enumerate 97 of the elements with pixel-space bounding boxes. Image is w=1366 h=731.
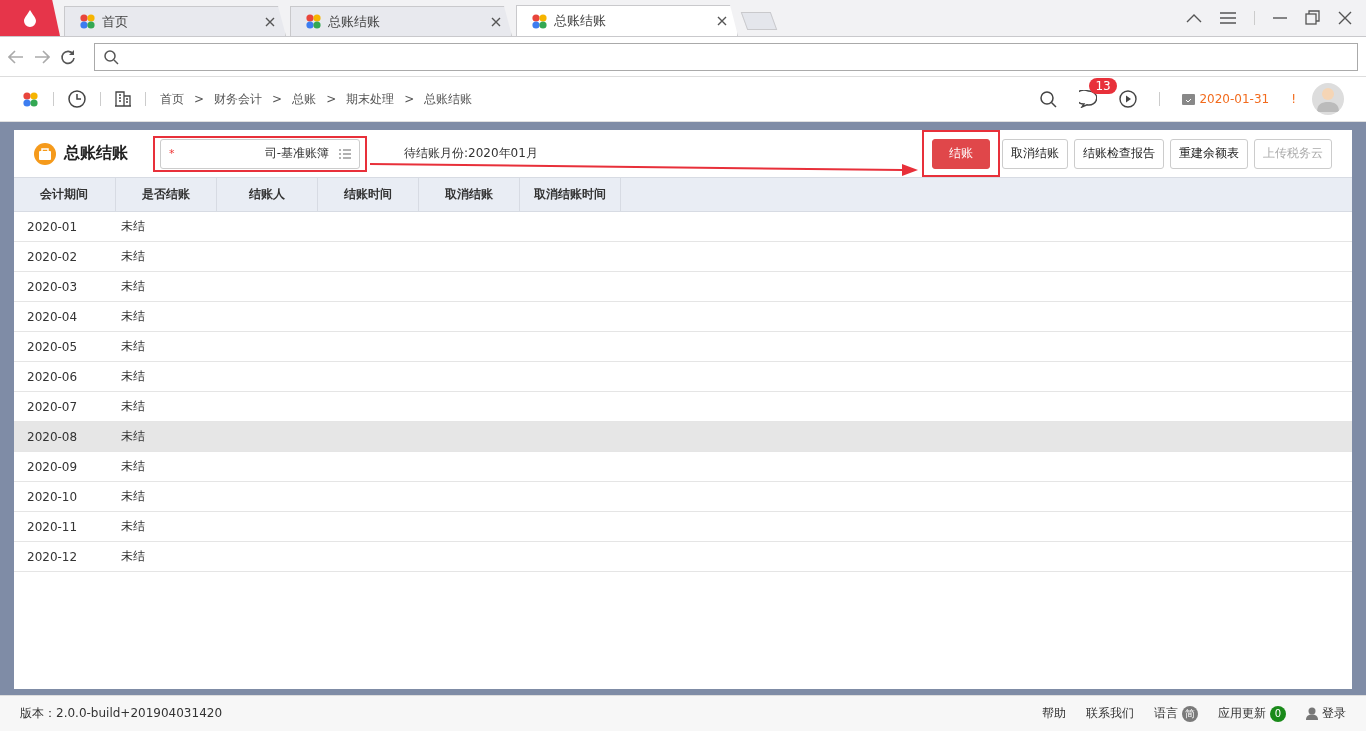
user-silhouette-icon (1317, 86, 1339, 112)
breadcrumb-link[interactable]: 总账结账 (424, 90, 473, 108)
table-cell: 2020-12 (14, 541, 115, 572)
table-row[interactable]: 2020-10 未结 (14, 481, 1352, 512)
reload-icon[interactable] (60, 48, 76, 65)
table-cell: 2020-08 (14, 421, 115, 452)
breadcrumb-link[interactable]: 首页 (160, 90, 184, 108)
close-icon[interactable] (491, 16, 501, 27)
table-cell: 未结 (115, 301, 216, 332)
flower-logo-icon (305, 13, 322, 30)
building-icon[interactable] (115, 91, 131, 107)
calendar-icon (1182, 93, 1196, 105)
browser-tab[interactable]: 总账结账 (516, 5, 738, 36)
table-cell: 2020-10 (14, 481, 115, 512)
pending-month-label: 待结账月份:2020年01月 (404, 145, 538, 162)
restore-icon[interactable] (1305, 10, 1320, 25)
footer-link[interactable]: 联系我们 (1086, 705, 1134, 722)
table-cell: 未结 (115, 511, 216, 542)
column-header: 结账人 (216, 177, 317, 212)
table-cell: 未结 (115, 421, 216, 452)
minimize-icon[interactable] (1273, 16, 1287, 19)
column-header: 会计期间 (14, 177, 115, 212)
search-icon (103, 48, 119, 65)
browser-tab[interactable]: 总账结账 (290, 6, 512, 36)
message-count-badge: 13 (1089, 78, 1117, 94)
breadcrumb-separator: > (404, 92, 415, 106)
table-cell: 2020-09 (14, 451, 115, 482)
search-icon[interactable] (1039, 90, 1058, 108)
toolbar-button[interactable]: 重建余额表 (1170, 138, 1248, 169)
column-header: 取消结账 (418, 177, 519, 212)
table-row[interactable]: 2020-09 未结 (14, 451, 1352, 482)
page-title: 总账结账 (64, 143, 128, 164)
flower-logo-icon (79, 13, 96, 30)
footer-link[interactable]: 登录 (1306, 705, 1346, 722)
table-cell: 未结 (115, 271, 216, 302)
footer-link[interactable]: 帮助 (1042, 705, 1066, 722)
table-row[interactable]: 2020-06 未结 (14, 361, 1352, 392)
table-cell: 2020-02 (14, 241, 115, 272)
close-icon[interactable] (1338, 10, 1352, 25)
table-row[interactable]: 2020-11 未结 (14, 511, 1352, 542)
table-cell: 2020-05 (14, 331, 115, 362)
table-row[interactable]: 2020-12 未结 (14, 541, 1352, 572)
clock-icon[interactable] (68, 90, 86, 108)
breadcrumb-separator: > (194, 92, 205, 106)
briefcase-icon (34, 142, 56, 165)
ledger-select-field[interactable]: * 司-基准账簿 (160, 138, 360, 169)
drop-icon (23, 8, 37, 27)
breadcrumb-link[interactable]: 财务会计 (214, 90, 263, 108)
table-cell: 未结 (115, 241, 216, 272)
close-icon[interactable] (717, 16, 727, 26)
toolbar-button[interactable]: 结账检查报告 (1074, 138, 1164, 169)
menu-icon[interactable] (1220, 11, 1236, 24)
table-row[interactable]: 2020-03 未结 (14, 271, 1352, 302)
table-row[interactable]: 2020-04 未结 (14, 301, 1352, 332)
column-header: 是否结账 (115, 177, 216, 212)
breadcrumb-link[interactable]: 期末处理 (346, 90, 395, 108)
flower-logo-icon (531, 12, 548, 30)
table-row[interactable]: 2020-05 未结 (14, 331, 1352, 362)
table-row[interactable]: 2020-08 未结 (14, 421, 1352, 452)
table-cell: 未结 (115, 451, 216, 482)
address-field[interactable] (94, 42, 1358, 71)
status-badge: 简 (1182, 705, 1198, 722)
toolbar-button[interactable]: 结账 (932, 138, 990, 169)
table-cell: 2020-07 (14, 391, 115, 422)
footer-link[interactable]: 语言 简 (1154, 705, 1198, 722)
flower-logo-icon[interactable] (22, 90, 39, 108)
list-icon (339, 148, 351, 159)
table-cell: 2020-04 (14, 301, 115, 332)
table-cell: 2020-03 (14, 271, 115, 302)
breadcrumb-link[interactable]: 总账 (292, 90, 317, 108)
table-cell: 2020-06 (14, 361, 115, 392)
alert-mark: ! (1291, 92, 1296, 106)
table-row[interactable]: 2020-02 未结 (14, 241, 1352, 272)
breadcrumb-separator: > (326, 92, 337, 106)
toolbar-button[interactable]: 取消结账 (1002, 138, 1068, 169)
table-row[interactable]: 2020-07 未结 (14, 391, 1352, 422)
table-cell: 2020-11 (14, 511, 115, 542)
table-cell: 未结 (115, 391, 216, 422)
user-icon (1306, 707, 1318, 720)
table-cell: 2020-01 (14, 211, 115, 242)
table-cell: 未结 (115, 361, 216, 392)
table-cell: 未结 (115, 331, 216, 362)
table-cell: 未结 (115, 541, 216, 572)
status-badge: 0 (1270, 705, 1286, 722)
breadcrumb-separator: > (272, 92, 283, 106)
play-icon[interactable] (1119, 90, 1138, 108)
table-row[interactable]: 2020-01 未结 (14, 211, 1352, 242)
footer-link[interactable]: 应用更新 0 (1218, 705, 1286, 722)
browser-tab[interactable]: 首页 (64, 6, 286, 36)
column-header: 结账时间 (317, 177, 418, 212)
version-label: 版本：2.0.0-build+201904031420 (20, 705, 223, 722)
close-icon[interactable] (265, 16, 275, 27)
table-cell: 未结 (115, 481, 216, 512)
table-cell: 未结 (115, 211, 216, 242)
caret-up-icon[interactable] (1186, 12, 1202, 23)
column-header: 取消结账时间 (519, 177, 620, 212)
chat-bubble-icon[interactable] (1079, 90, 1098, 108)
